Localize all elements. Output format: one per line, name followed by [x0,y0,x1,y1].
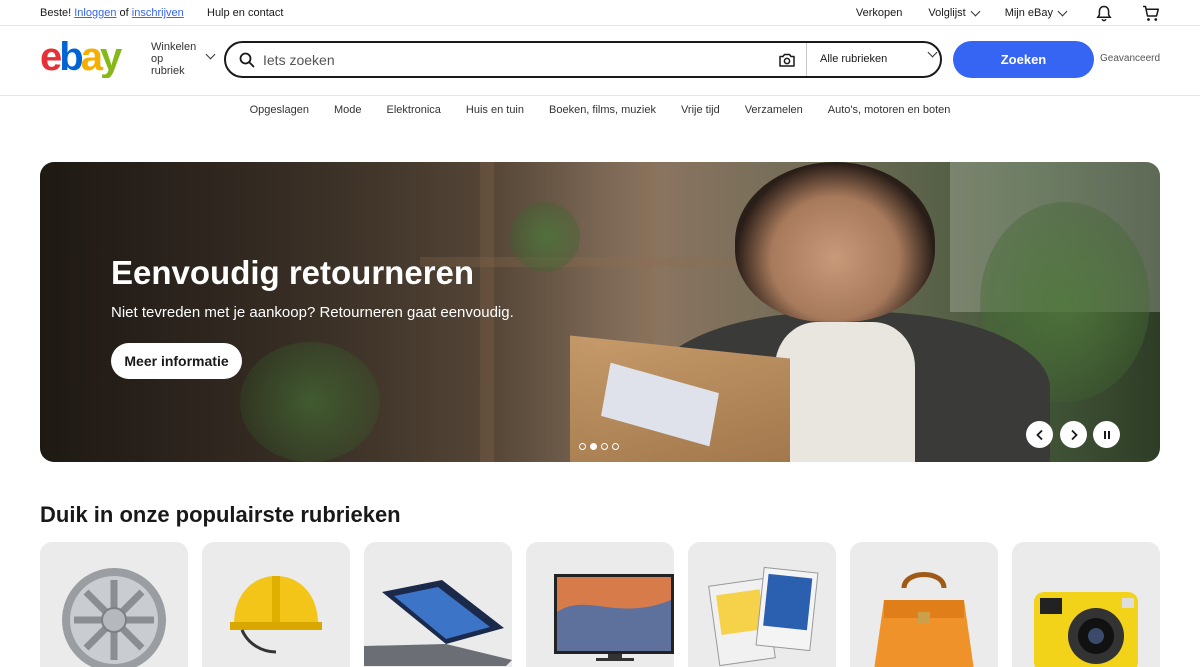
chevron-right-icon [1070,429,1078,440]
category-nav: Opgeslagen Mode Elektronica Huis en tuin… [0,104,1200,116]
hero-person-shirt [775,322,915,462]
help-contact-link[interactable]: Hulp en contact [207,7,283,19]
register-link[interactable]: inschrijven [132,7,184,19]
nav-item-fashion[interactable]: Mode [334,104,362,116]
hero-subtitle: Niet tevreden met je aankoop? Retournere… [111,304,514,321]
category-tile-television[interactable] [526,542,674,667]
category-tile-camera[interactable] [1012,542,1160,667]
nav-item-leisure[interactable]: Vrije tijd [681,104,720,116]
greeting-text: Beste! [40,7,72,19]
category-tile-alloy-wheel[interactable] [40,542,188,667]
category-tile-trading-cards[interactable] [688,542,836,667]
carousel-next-button[interactable] [1060,421,1087,448]
my-ebay-label: Mijn eBay [1004,7,1053,19]
watchlist-label: Volglijst [928,7,966,19]
top-utility-bar: Beste! Inloggen of inschrijven Hulp en c… [0,0,1200,26]
nav-item-home-garden[interactable]: Huis en tuin [466,104,524,116]
carousel-dot-active[interactable] [590,443,597,450]
sell-link[interactable]: Verkopen [856,5,902,21]
nav-item-collectibles[interactable]: Verzamelen [745,104,803,116]
chevron-down-icon [205,49,216,60]
nav-item-motors[interactable]: Auto's, motoren en boten [828,104,951,116]
search-divider [806,43,807,76]
shop-by-category-label: Winkelen op rubriek [151,41,197,77]
search-button[interactable]: Zoeken [953,41,1094,78]
category-tile-laptop[interactable] [364,542,512,667]
watchlist-menu[interactable]: Volglijst [928,5,981,21]
nav-item-books-movies-music[interactable]: Boeken, films, muziek [549,104,656,116]
category-tile-handbag[interactable] [850,542,998,667]
hero-person-head [735,162,935,322]
category-select[interactable]: Alle rubrieken [820,53,887,65]
nav-item-electronics[interactable]: Elektronica [386,104,440,116]
nav-item-saved[interactable]: Opgeslagen [250,104,309,116]
shop-by-category-button[interactable]: Winkelen op rubriek [151,41,216,77]
ebay-logo[interactable]: ebay [40,35,140,79]
more-info-button[interactable]: Meer informatie [111,343,242,379]
greeting: Beste! Inloggen of inschrijven [40,7,184,19]
login-link[interactable]: Inloggen [74,7,116,19]
carousel-prev-button[interactable] [1026,421,1053,448]
camera-search-icon[interactable] [778,52,796,68]
search-icon [239,52,255,68]
popular-categories-list [40,542,1160,667]
chevron-left-icon [1035,429,1043,440]
search-input[interactable] [263,49,763,71]
my-ebay-menu[interactable]: Mijn eBay [1004,5,1068,21]
header-divider [0,95,1200,96]
popular-categories-title: Duik in onze populairste rubrieken [40,502,401,527]
sell-label: Verkopen [855,7,903,19]
category-tile-safety-helmet[interactable] [202,542,350,667]
carousel-dot[interactable] [601,443,608,450]
cart-icon[interactable] [1142,5,1160,21]
hero-title: Eenvoudig retourneren [111,254,475,291]
chevron-down-icon [1057,6,1068,16]
svg-text:ebay: ebay [40,36,123,78]
chevron-down-icon [927,47,938,58]
bell-icon[interactable] [1096,5,1112,21]
carousel-dots [579,443,623,450]
or-text: of [119,7,129,19]
carousel-dot[interactable] [612,443,619,450]
carousel-pause-button[interactable] [1093,421,1120,448]
search-bar: Alle rubrieken [224,41,942,78]
carousel-dot[interactable] [579,443,586,450]
chevron-down-icon [970,6,981,16]
pause-icon [1103,430,1110,439]
advanced-search-link[interactable]: Geavanceerd [1100,53,1160,64]
hero-banner[interactable]: Eenvoudig retourneren Niet tevreden met … [40,162,1160,462]
